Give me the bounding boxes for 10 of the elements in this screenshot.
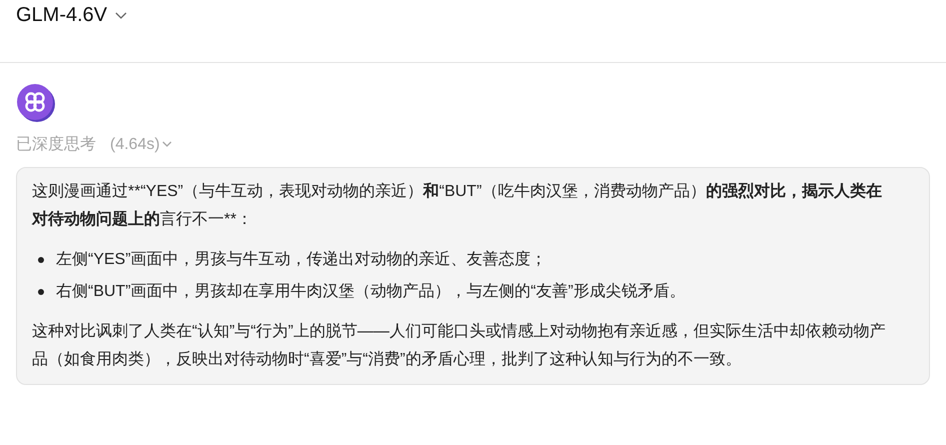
bullet-icon (38, 257, 44, 263)
model-selector[interactable]: GLM-4.6V (16, 4, 128, 27)
bullet-icon (38, 289, 44, 295)
bullet-item: 左侧“YES”画面中，男孩与牛互动，传递出对动物的亲近、友善态度； (56, 249, 547, 270)
bullet-item: 右侧“BUT”画面中，男孩却在享用牛肉汉堡（动物产品），与左侧的“友善”形成尖锐矛盾。 (56, 281, 686, 302)
conclusion-paragraph: 这种对比讽刺了人类在“认知”与“行为”上的脱节——人们可能口头或情感上对动物抱有亲近感，但实际生活中却依赖动物产品（如食用肉类），反映出对待动物时“喜爱”与“消费”的矛盾心理，批判了这种认知与行为的不一致。 (32, 322, 886, 370)
chevron-down-icon (115, 12, 128, 20)
chevron-down-icon (162, 141, 172, 148)
intro-paragraph: 这则漫画通过**“YES”（与牛互动，表现对动物的亲近）和“BUT”（吃牛肉汉堡，消费动物产品）的强烈对比，揭示人类在对待动物问题上的言行不一**： (32, 182, 883, 230)
assistant-avatar-icon (16, 83, 56, 123)
